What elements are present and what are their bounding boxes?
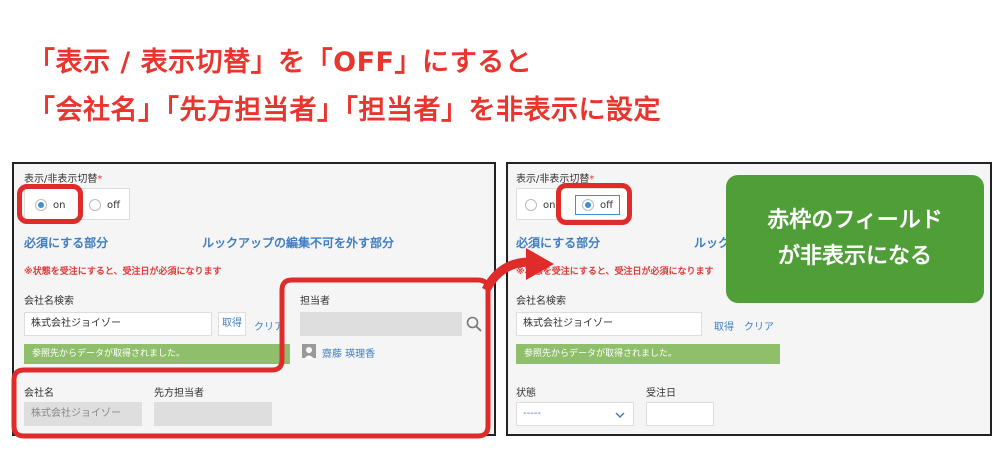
callout-box: 赤枠のフィールド が非表示になる — [726, 175, 984, 303]
callout-line-2: が非表示になる — [777, 244, 932, 269]
arrow-right-icon — [526, 248, 554, 280]
callout-line-1: 赤枠のフィールド — [767, 208, 943, 233]
